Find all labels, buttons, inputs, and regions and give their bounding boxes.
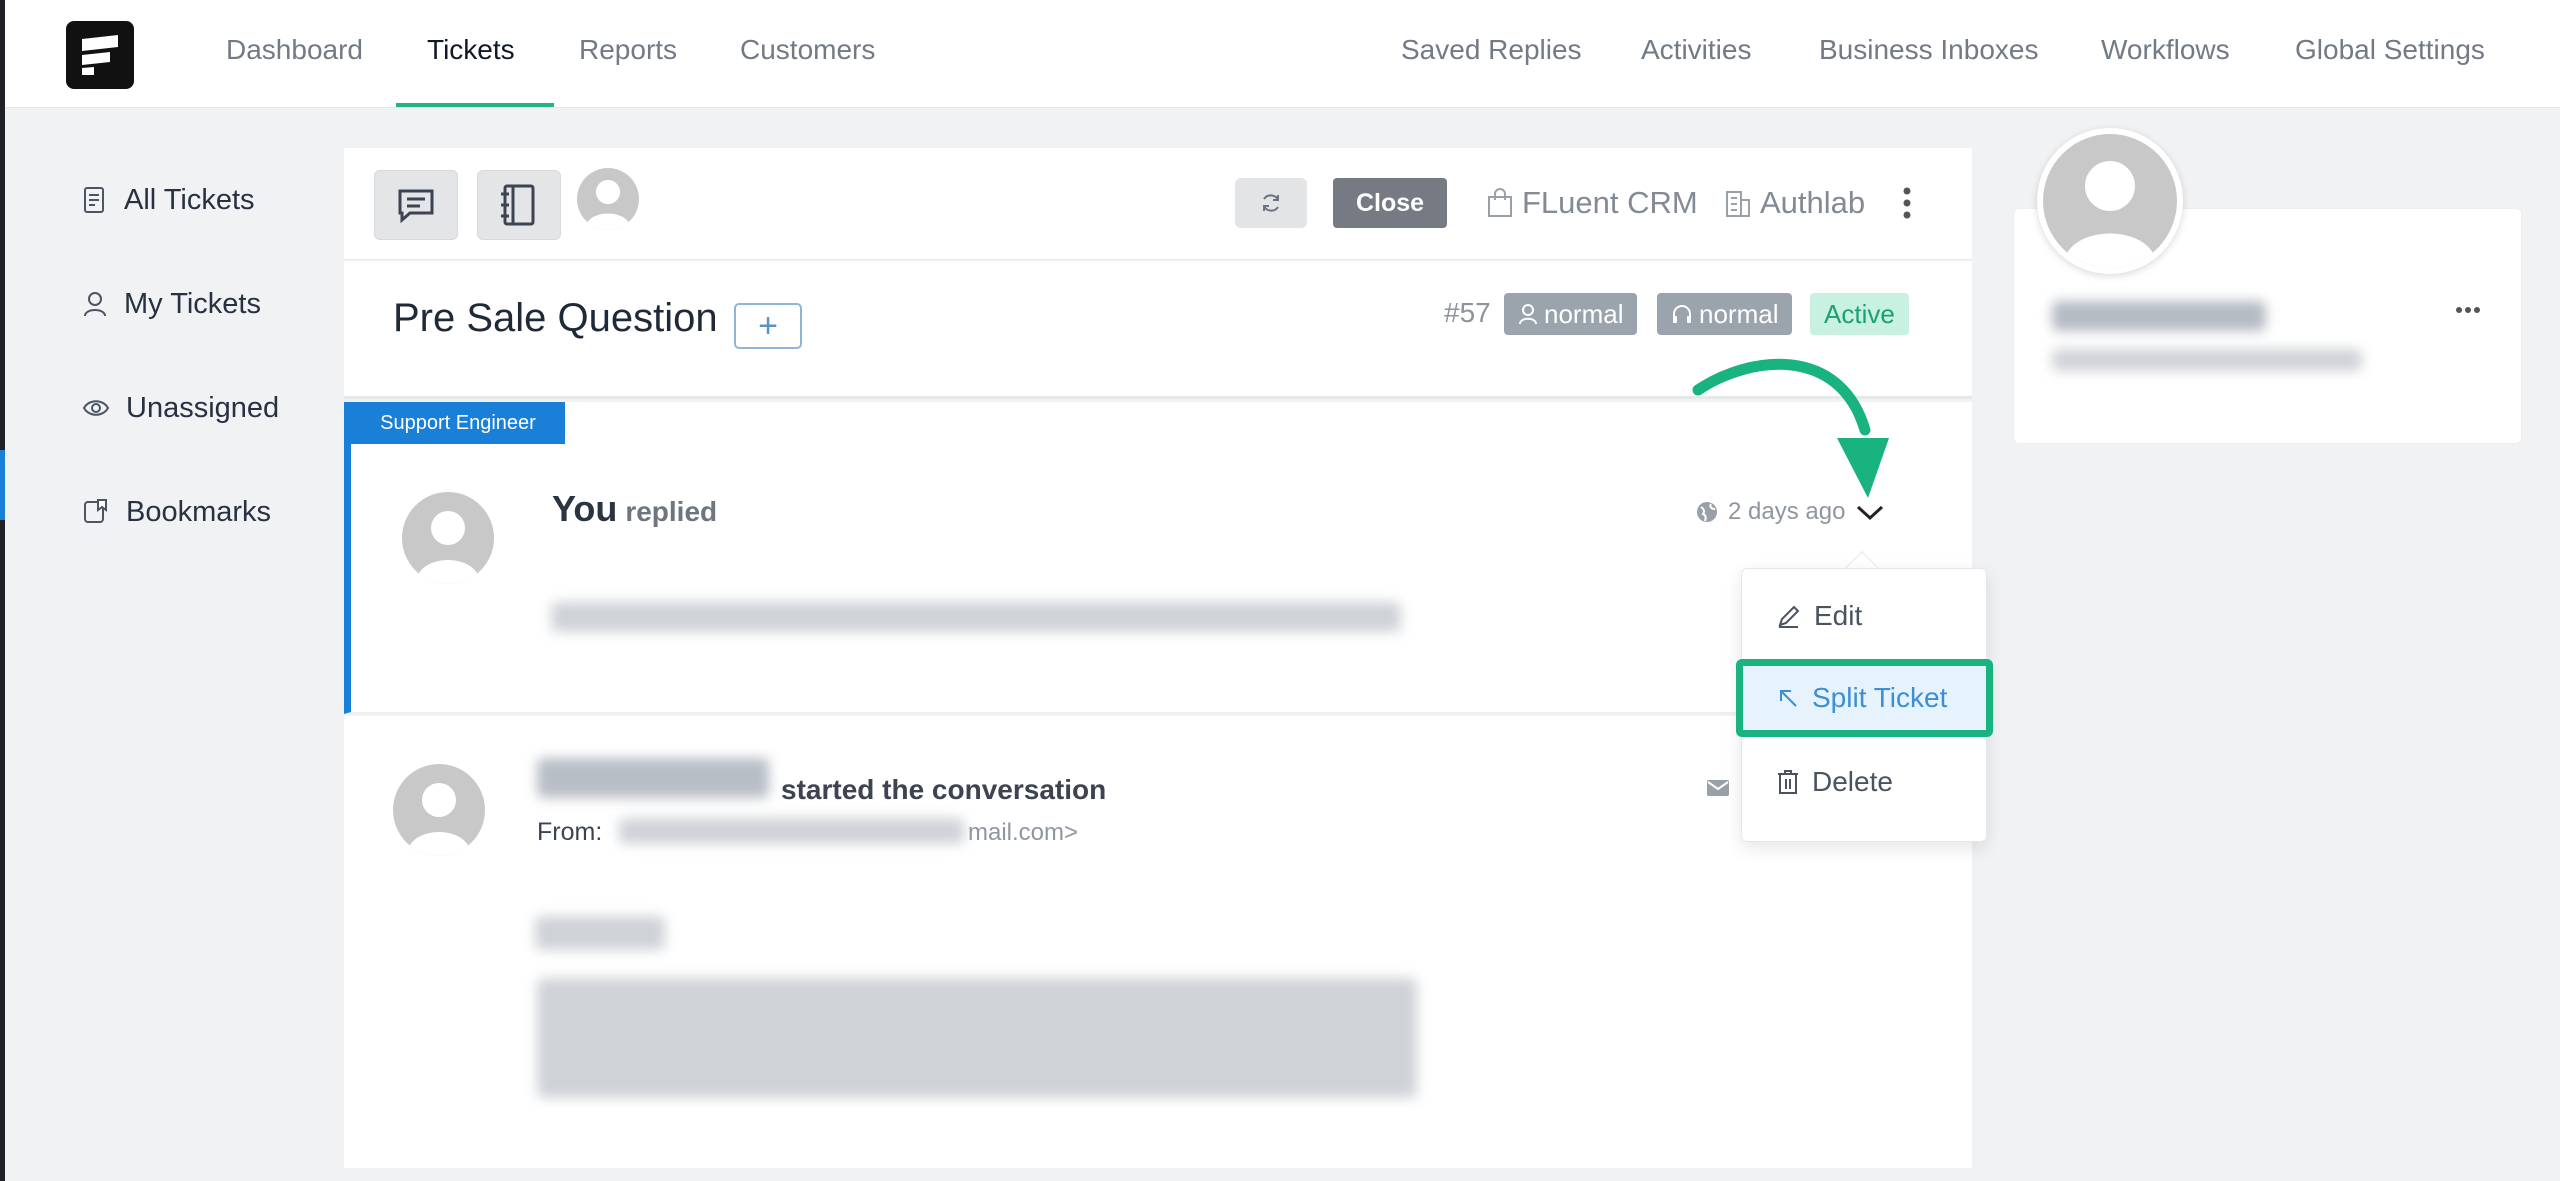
building-icon — [1726, 191, 1750, 217]
pencil-icon — [1778, 605, 1800, 628]
annotation-arrow — [1692, 358, 1889, 498]
blurred-customer-email — [2052, 349, 2362, 371]
nav-dashboard[interactable]: Dashboard — [226, 0, 363, 108]
headset-icon — [1673, 305, 1691, 323]
nav-workflows[interactable]: Workflows — [2101, 0, 2230, 108]
customer-avatar — [2037, 128, 2183, 274]
blurred-message-body — [537, 978, 1417, 1098]
bookmark-icon — [84, 499, 107, 523]
nav-activities[interactable]: Activities — [1641, 0, 1751, 108]
avatar-icon — [585, 180, 631, 230]
avatar-icon — [416, 511, 480, 584]
menu-item-edit[interactable]: Edit — [1742, 581, 1986, 651]
agent-avatar[interactable] — [577, 168, 639, 230]
product-name: FLuent CRM — [1522, 185, 1698, 220]
trash-icon — [1778, 770, 1798, 794]
ticket-toolbar: Close FLuent CRM Authlab — [344, 148, 1972, 260]
more-horizontal-icon[interactable] — [2455, 305, 2481, 315]
avatar — [393, 764, 485, 856]
avatar-icon — [407, 783, 471, 856]
split-ticket-highlight — [1736, 659, 1993, 737]
nav-customers[interactable]: Customers — [740, 0, 875, 108]
sidebar-item-label: All Tickets — [124, 183, 255, 216]
user-icon — [1519, 304, 1537, 325]
sidebar-item-bookmarks[interactable]: Bookmarks — [82, 492, 271, 532]
notebook-icon — [501, 184, 535, 226]
nav-tickets[interactable]: Tickets — [427, 0, 515, 108]
blurred-greeting — [535, 916, 665, 950]
blurred-customer-name — [2052, 301, 2266, 331]
sidebar-item-label: My Tickets — [124, 287, 261, 320]
company-link[interactable]: Authlab — [1724, 178, 1865, 228]
ticket-number: #57 — [1444, 297, 1491, 328]
agent-priority-tag[interactable]: normal — [1657, 293, 1793, 335]
nav-global-settings[interactable]: Global Settings — [2295, 0, 2485, 108]
notebook-view-button[interactable] — [477, 170, 561, 240]
email-tail: mail.com> — [968, 819, 1079, 846]
sidebar-item-label: Bookmarks — [126, 495, 272, 528]
refresh-icon — [1263, 194, 1279, 212]
app-logo[interactable] — [66, 21, 134, 89]
product-link[interactable]: FLuent CRM — [1486, 178, 1698, 228]
mail-icon — [1707, 780, 1729, 796]
nav-reports[interactable]: Reports — [579, 0, 677, 108]
nav-saved-replies[interactable]: Saved Replies — [1401, 0, 1582, 108]
sidebar-item-label: Unassigned — [126, 391, 280, 424]
eye-icon — [82, 400, 110, 416]
user-icon — [84, 292, 106, 317]
more-options-icon[interactable] — [1899, 185, 1915, 221]
avatar — [402, 492, 494, 584]
window-edge — [0, 0, 5, 1181]
avatar-icon — [2063, 161, 2157, 268]
shopping-bag-icon — [1488, 188, 1512, 217]
document-icon — [84, 187, 104, 213]
sidebar-item-my-tickets[interactable]: My Tickets — [82, 284, 261, 324]
sidebar-item-unassigned[interactable]: Unassigned — [82, 388, 279, 428]
conversation-view-button[interactable] — [374, 170, 458, 240]
ticket-title: Pre Sale Question — [393, 296, 718, 340]
company-name: Authlab — [1760, 185, 1866, 220]
add-tag-button[interactable]: + — [734, 303, 802, 349]
conversation-verb: started the conversation — [781, 774, 1107, 805]
close-ticket-button[interactable]: Close — [1333, 178, 1447, 228]
client-priority-tag[interactable]: normal — [1504, 293, 1638, 335]
top-nav: Dashboard Tickets Reports Customers Save… — [5, 0, 2560, 108]
chat-icon — [398, 189, 434, 224]
active-tab-underline — [396, 103, 554, 107]
refresh-button[interactable] — [1235, 178, 1307, 228]
reply-author: You replied — [552, 488, 718, 529]
role-badge: Support Engineer — [351, 402, 565, 444]
sidebar-item-all-tickets[interactable]: All Tickets — [82, 180, 255, 220]
nav-business-inboxes[interactable]: Business Inboxes — [1819, 0, 2038, 108]
blurred-email — [619, 818, 964, 844]
menu-item-delete[interactable]: Delete — [1742, 747, 1986, 817]
status-badge: Active — [1810, 293, 1909, 335]
conversation-thread-item: started the conversation From: mail.com> — [344, 716, 1972, 1168]
blurred-reply-body — [551, 602, 1401, 632]
logo-icon — [82, 35, 118, 75]
from-label: From: — [537, 818, 603, 846]
blurred-customer-name — [537, 758, 769, 798]
